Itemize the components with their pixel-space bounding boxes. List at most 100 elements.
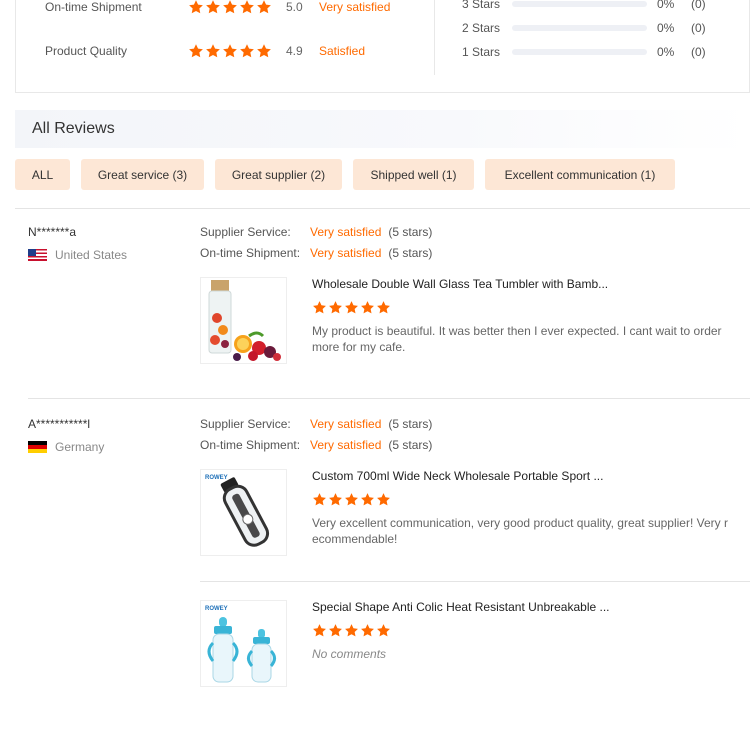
summary-status: Satisfied bbox=[319, 44, 366, 58]
filter-chip-great-supplier[interactable]: Great supplier (2) bbox=[215, 159, 342, 190]
star-rating bbox=[188, 43, 272, 59]
country-name: United States bbox=[55, 248, 128, 262]
distribution-count: (0) bbox=[691, 45, 706, 59]
star-rating bbox=[188, 0, 272, 15]
star-icon bbox=[240, 0, 254, 14]
distribution-label: 2 Stars bbox=[462, 21, 501, 35]
distribution-percent: 0% bbox=[657, 0, 675, 11]
rating-value: Very satisfied bbox=[310, 438, 382, 452]
filter-chip-label: Great supplier (2) bbox=[231, 167, 326, 182]
star-icon bbox=[377, 301, 390, 314]
summary-row-quality: Product Quality 4.9 Satisfied bbox=[45, 41, 365, 61]
star-icon bbox=[345, 301, 358, 314]
distribution-bar bbox=[512, 25, 647, 31]
star-icon bbox=[189, 0, 203, 14]
star-icon bbox=[189, 44, 203, 58]
germany-flag-icon bbox=[28, 441, 47, 453]
distribution-bar bbox=[512, 1, 647, 7]
star-icon bbox=[313, 493, 326, 506]
baby-bottles-image: ROWEY bbox=[205, 606, 276, 683]
us-flag-icon bbox=[28, 249, 47, 261]
distribution-count: (0) bbox=[691, 0, 706, 11]
summary-status: Very satisfied bbox=[319, 0, 391, 14]
product-thumbnail[interactable]: ROWEY bbox=[200, 469, 287, 556]
rating-value: Very satisfied bbox=[310, 417, 382, 431]
distribution-row: 1 Stars 0% (0) bbox=[462, 43, 706, 61]
product-star-rating bbox=[312, 623, 391, 638]
star-icon bbox=[377, 624, 390, 637]
country-name: Germany bbox=[55, 440, 105, 454]
product-thumbnail[interactable]: ROWEY bbox=[200, 600, 287, 687]
star-icon bbox=[345, 624, 358, 637]
product-title-link[interactable]: Wholesale Double Wall Glass Tea Tumbler … bbox=[312, 277, 608, 291]
all-reviews-heading: All Reviews bbox=[15, 110, 750, 148]
rating-label: Supplier Service: bbox=[200, 417, 291, 431]
summary-divider bbox=[434, 0, 435, 75]
star-icon bbox=[377, 493, 390, 506]
product-title-link[interactable]: Special Shape Anti Colic Heat Resistant … bbox=[312, 600, 610, 614]
filter-chip-label: Great service (3) bbox=[97, 167, 188, 182]
rating-value: Very satisfied bbox=[310, 225, 382, 239]
star-icon bbox=[257, 44, 271, 58]
product-title-link[interactable]: Custom 700ml Wide Neck Wholesale Portabl… bbox=[312, 469, 603, 483]
reviewer-name: A***********l bbox=[28, 417, 91, 431]
summary-score: 5.0 bbox=[286, 0, 303, 14]
review-comment: Very excellent communication, very good … bbox=[312, 516, 728, 546]
rating-label: Supplier Service: bbox=[200, 225, 291, 239]
distribution-percent: 0% bbox=[657, 21, 675, 35]
rating-line-ontime-shipment: On-time Shipment: Very satisfied (5 star… bbox=[200, 246, 432, 260]
summary-row-label: On-time Shipment bbox=[45, 0, 142, 14]
filter-chip-shipped-well[interactable]: Shipped well (1) bbox=[353, 159, 474, 190]
reviewed-product: ROWEY Special Shape Anti Colic Heat Resi… bbox=[200, 600, 750, 690]
product-star-rating bbox=[312, 300, 391, 315]
star-icon bbox=[313, 624, 326, 637]
star-icon bbox=[361, 301, 374, 314]
rating-stars-text: (5 stars) bbox=[388, 438, 433, 452]
distribution-row: 3 Stars 0% (0) bbox=[462, 0, 706, 13]
rating-line-supplier-service: Supplier Service: Very satisfied (5 star… bbox=[200, 417, 432, 431]
rating-line-supplier-service: Supplier Service: Very satisfied (5 star… bbox=[200, 225, 432, 239]
reviewed-product: Wholesale Double Wall Glass Tea Tumbler … bbox=[200, 277, 750, 367]
product-divider bbox=[200, 581, 750, 582]
distribution-label: 1 Stars bbox=[462, 45, 501, 59]
distribution-count: (0) bbox=[691, 21, 706, 35]
review-comment: No comments bbox=[312, 647, 387, 661]
reviewer-info: A***********l Germany bbox=[28, 417, 104, 454]
filter-chip-label: Excellent communication (1) bbox=[504, 167, 656, 182]
product-star-rating bbox=[312, 492, 391, 507]
rating-stars-text: (5 stars) bbox=[388, 246, 433, 260]
star-icon bbox=[329, 301, 342, 314]
distribution-bar bbox=[512, 49, 647, 55]
rating-summary-panel: On-time Shipment 5.0 Very satisfied Prod… bbox=[15, 0, 750, 93]
section-divider bbox=[15, 208, 750, 209]
star-icon bbox=[240, 44, 254, 58]
star-icon bbox=[329, 493, 342, 506]
star-icon bbox=[257, 0, 271, 14]
rating-stars-text: (5 stars) bbox=[388, 417, 433, 431]
star-icon bbox=[206, 44, 220, 58]
reviewer-country: United States bbox=[28, 248, 127, 262]
brand-logo-text: ROWEY bbox=[205, 606, 228, 612]
product-thumbnail[interactable] bbox=[200, 277, 287, 364]
review-divider bbox=[28, 398, 750, 399]
star-icon bbox=[223, 44, 237, 58]
filter-chip-all[interactable]: ALL bbox=[15, 159, 70, 190]
star-icon bbox=[223, 0, 237, 14]
reviewed-product: ROWEY Custom 700ml Wide Neck Wholesale P… bbox=[200, 469, 750, 559]
tea-tumbler-image bbox=[208, 280, 281, 361]
filter-chip-label: ALL bbox=[31, 167, 54, 182]
filter-chip-great-service[interactable]: Great service (3) bbox=[81, 159, 204, 190]
rating-value: Very satisfied bbox=[310, 246, 382, 260]
star-icon bbox=[345, 493, 358, 506]
distribution-row: 2 Stars 0% (0) bbox=[462, 19, 706, 37]
star-icon bbox=[329, 624, 342, 637]
reviewer-country: Germany bbox=[28, 440, 104, 454]
filter-chip-excellent-communication[interactable]: Excellent communication (1) bbox=[485, 159, 675, 190]
filter-chip-label: Shipped well (1) bbox=[370, 167, 457, 182]
star-icon bbox=[206, 0, 220, 14]
summary-row-ontime: On-time Shipment 5.0 Very satisfied bbox=[45, 0, 390, 17]
star-icon bbox=[361, 493, 374, 506]
summary-score: 4.9 bbox=[286, 44, 303, 58]
reviewer-name: N*******a bbox=[28, 225, 77, 239]
reviewer-info: N*******a United States bbox=[28, 225, 127, 262]
